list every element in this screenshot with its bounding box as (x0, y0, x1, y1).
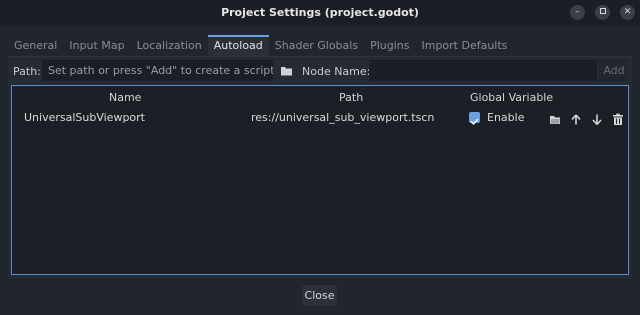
autoload-name[interactable]: UniversalSubViewport (24, 111, 145, 124)
tab-input-map[interactable]: Input Map (63, 35, 130, 56)
minimize-icon: – (575, 7, 580, 17)
settings-tabs: General Input Map Localization Autoload … (8, 35, 513, 57)
autoload-table: Name Path Global Variable UniversalSubVi… (11, 85, 629, 275)
close-button[interactable]: Close (302, 285, 337, 306)
minimize-button[interactable]: – (570, 5, 585, 20)
path-input[interactable]: Set path or press "Add" to create a scri… (42, 60, 273, 81)
tab-general[interactable]: General (8, 35, 63, 56)
tab-autoload[interactable]: Autoload (207, 35, 269, 56)
tab-plugins[interactable]: Plugins (364, 35, 415, 56)
maximize-icon (599, 7, 606, 14)
move-up-button[interactable] (570, 111, 582, 125)
autoload-path[interactable]: res://universal_sub_viewport.tscn (251, 111, 434, 124)
arrow-up-icon (571, 114, 581, 125)
checkmark-icon (470, 118, 479, 126)
window-title: Project Settings (project.godot) (221, 6, 419, 19)
node-name-label: Node Name: (302, 65, 371, 78)
table-row[interactable]: UniversalSubViewport res://universal_sub… (12, 108, 628, 128)
global-variable-checkbox[interactable] (469, 112, 480, 126)
folder-icon (281, 67, 292, 76)
maximize-button[interactable] (595, 5, 610, 20)
browse-path-button[interactable] (278, 60, 295, 81)
remove-button[interactable] (612, 111, 624, 125)
node-name-input[interactable] (369, 60, 597, 81)
trash-icon (613, 113, 623, 125)
titlebar: Project Settings (project.godot) – ✕ (0, 0, 640, 26)
close-window-button[interactable]: ✕ (620, 5, 635, 20)
arrow-down-icon (592, 114, 602, 126)
path-label: Path: (13, 65, 41, 78)
column-header-name: Name (109, 91, 142, 104)
add-button[interactable]: Add (599, 60, 629, 81)
tab-localization[interactable]: Localization (131, 35, 208, 56)
move-down-button[interactable] (591, 111, 603, 126)
open-file-button[interactable] (549, 111, 561, 124)
enable-label: Enable (487, 111, 525, 124)
close-icon: ✕ (623, 7, 632, 17)
tab-import-defaults[interactable]: Import Defaults (415, 35, 513, 56)
column-header-path: Path (339, 91, 364, 104)
folder-open-icon (550, 116, 560, 124)
tab-shader-globals[interactable]: Shader Globals (269, 35, 364, 56)
project-settings-window: Project Settings (project.godot) – ✕ Gen… (0, 0, 640, 315)
column-header-global-variable: Global Variable (470, 91, 554, 104)
